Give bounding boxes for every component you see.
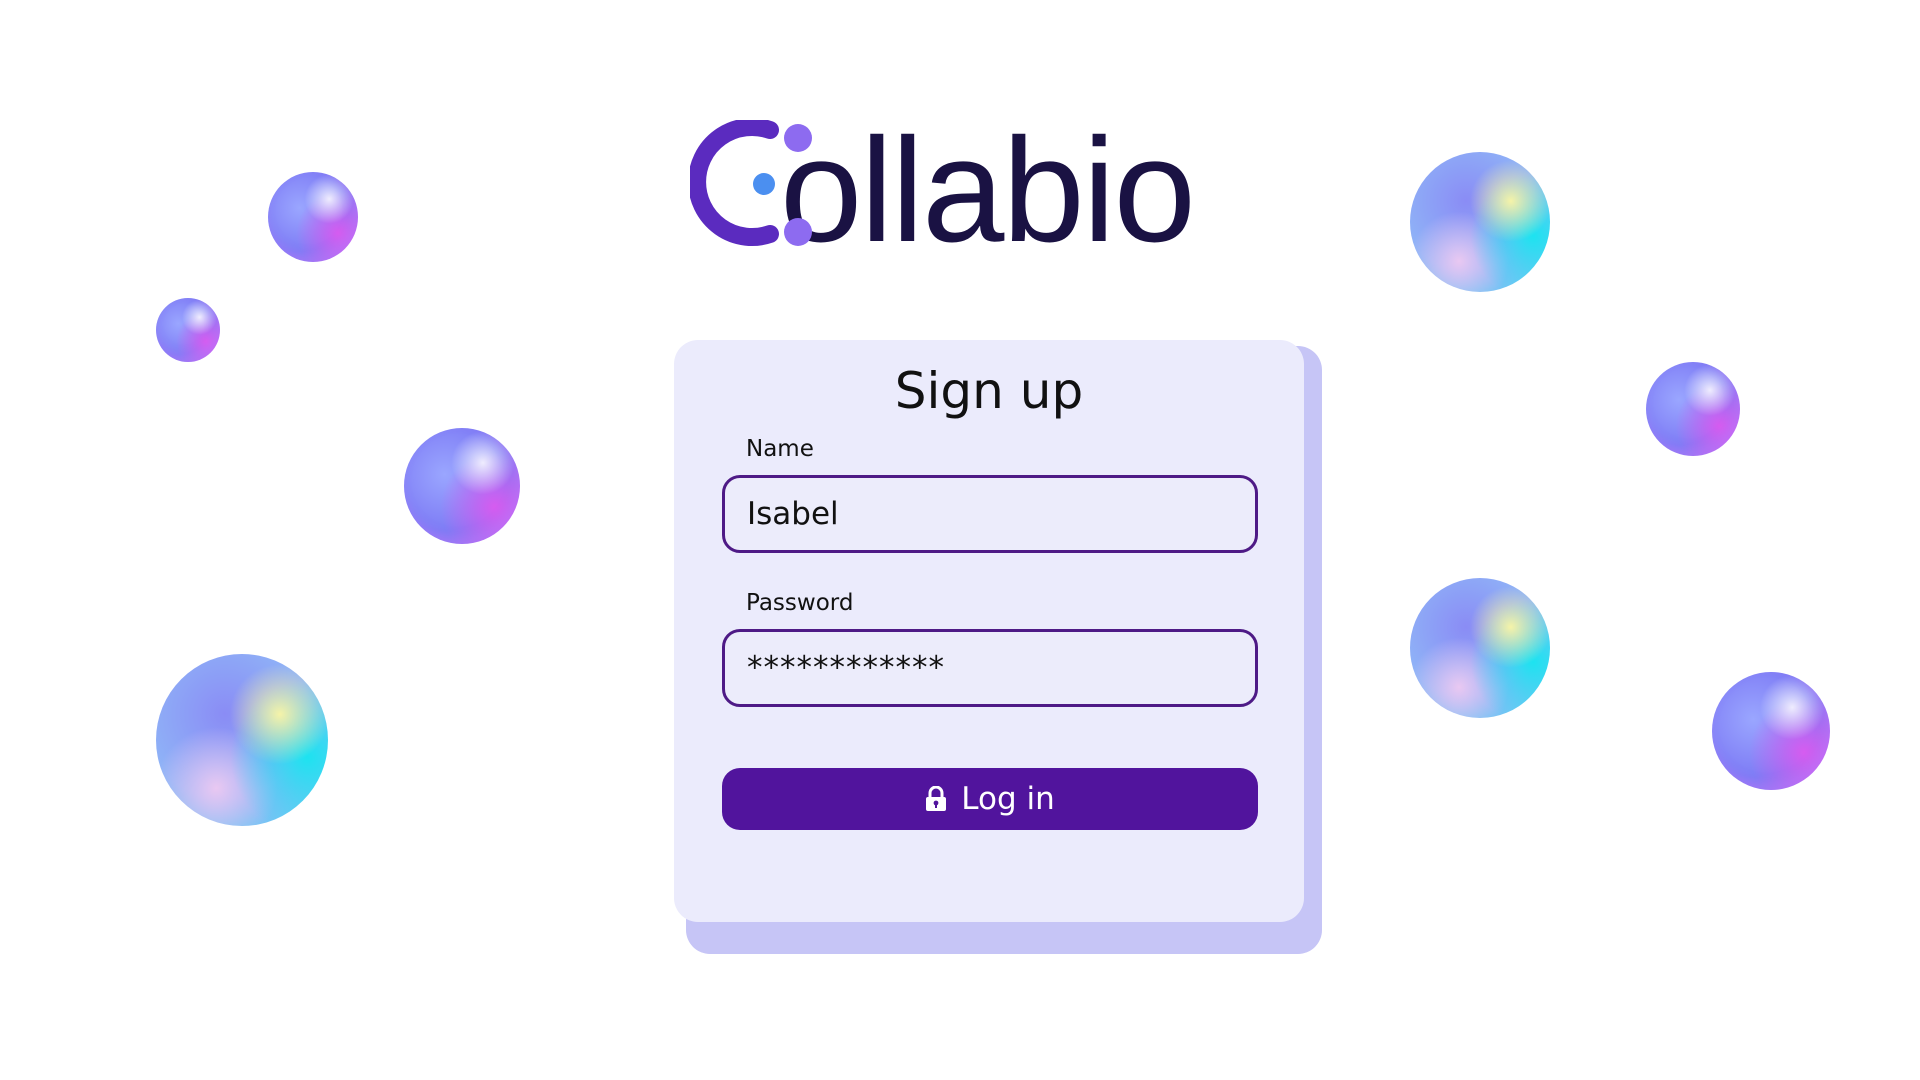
decorative-bubble	[1712, 672, 1830, 790]
decorative-bubble	[156, 654, 328, 826]
logo-mark-icon	[690, 120, 820, 255]
decorative-bubble	[404, 428, 520, 544]
login-screen: ollabio Sign up Name Password **********…	[0, 0, 1920, 1080]
form-title: Sign up	[894, 362, 1084, 420]
login-button[interactable]: Log in	[722, 768, 1258, 830]
logo-wordmark: ollabio	[780, 107, 1196, 273]
brand-logo: ollabio	[690, 116, 1196, 264]
signup-card: Sign up Name Password ************ Log i…	[674, 340, 1304, 922]
login-button-label: Log in	[961, 781, 1055, 817]
password-field[interactable]: ************	[722, 629, 1258, 707]
name-label: Name	[746, 436, 814, 462]
decorative-bubble	[1410, 152, 1550, 292]
decorative-bubble	[268, 172, 358, 262]
decorative-bubble	[156, 298, 220, 362]
name-input[interactable]	[747, 496, 1255, 532]
password-label: Password	[746, 590, 854, 616]
decorative-bubble	[1646, 362, 1740, 456]
password-input[interactable]: ************	[747, 650, 945, 686]
lock-icon	[925, 786, 947, 812]
name-field[interactable]	[722, 475, 1258, 553]
decorative-bubble	[1410, 578, 1550, 718]
